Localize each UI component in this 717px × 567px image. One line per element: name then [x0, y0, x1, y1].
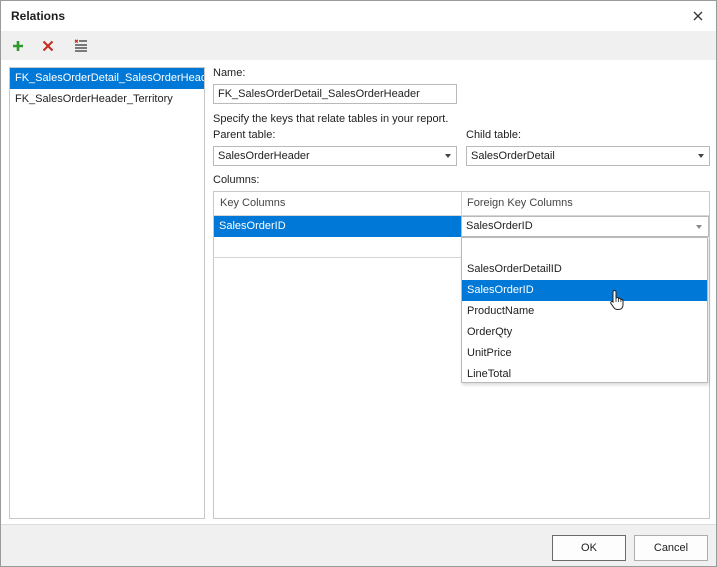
- foreign-key-combo[interactable]: SalesOrderID: [461, 216, 709, 237]
- child-table-combo[interactable]: SalesOrderDetail: [466, 146, 710, 166]
- dropdown-option[interactable]: UnitPrice: [462, 343, 707, 364]
- close-button[interactable]: [688, 6, 708, 26]
- clear-relations-button[interactable]: [70, 35, 92, 57]
- relations-list[interactable]: FK_SalesOrderDetail_SalesOrderHeader FK_…: [9, 67, 205, 519]
- delete-x-icon: [42, 40, 54, 52]
- dropdown-option-selected[interactable]: SalesOrderID: [462, 280, 707, 301]
- parent-table-value: SalesOrderHeader: [218, 150, 310, 162]
- table-row[interactable]: SalesOrderID SalesOrderID: [214, 216, 709, 237]
- relation-list-item[interactable]: FK_SalesOrderDetail_SalesOrderHeader: [10, 68, 204, 89]
- name-field[interactable]: FK_SalesOrderDetail_SalesOrderHeader: [213, 84, 457, 104]
- child-table-value: SalesOrderDetail: [471, 150, 555, 162]
- dropdown-option[interactable]: ProductName: [462, 301, 707, 322]
- dropdown-option[interactable]: SalesOrderDetailID: [462, 259, 707, 280]
- name-label: Name:: [213, 67, 246, 79]
- dropdown-option[interactable]: OrderQty: [462, 322, 707, 343]
- foreign-key-columns-header[interactable]: Foreign Key Columns: [461, 192, 709, 216]
- close-icon: [693, 11, 703, 21]
- parent-table-label: Parent table:: [213, 129, 276, 141]
- chevron-down-icon: [698, 154, 704, 158]
- cancel-button[interactable]: Cancel: [634, 535, 708, 561]
- plus-icon: [13, 41, 23, 51]
- parent-table-combo[interactable]: SalesOrderHeader: [213, 146, 457, 166]
- foreign-key-value: SalesOrderID: [466, 220, 533, 232]
- hint-text: Specify the keys that relate tables in y…: [213, 113, 449, 125]
- key-column-cell[interactable]: SalesOrderID: [214, 216, 461, 237]
- title-bar: Relations: [1, 1, 716, 31]
- chevron-down-icon: [445, 154, 451, 158]
- ok-button[interactable]: OK: [552, 535, 626, 561]
- key-columns-header[interactable]: Key Columns: [214, 192, 461, 216]
- dropdown-option-empty[interactable]: [462, 238, 707, 259]
- delete-relation-button[interactable]: [37, 35, 59, 57]
- relations-dialog: Relations FK_SalesOrderDetail_SalesOrder…: [0, 0, 717, 567]
- add-relation-button[interactable]: [7, 35, 29, 57]
- child-table-label: Child table:: [466, 129, 522, 141]
- columns-label: Columns:: [213, 174, 260, 186]
- toolbar: [1, 31, 716, 60]
- chevron-down-icon: [696, 225, 702, 229]
- dialog-footer: OK Cancel: [1, 524, 716, 566]
- mouse-cursor-icon: [610, 289, 624, 310]
- relation-list-item[interactable]: FK_SalesOrderHeader_Territory: [10, 89, 204, 110]
- new-row[interactable]: [214, 237, 461, 258]
- clear-list-icon: [74, 39, 87, 52]
- dropdown-option[interactable]: LineTotal: [462, 364, 707, 385]
- dialog-title: Relations: [11, 9, 66, 23]
- foreign-key-dropdown[interactable]: SalesOrderDetailID SalesOrderID ProductN…: [461, 237, 708, 383]
- grid-header: Key Columns Foreign Key Columns: [214, 192, 709, 216]
